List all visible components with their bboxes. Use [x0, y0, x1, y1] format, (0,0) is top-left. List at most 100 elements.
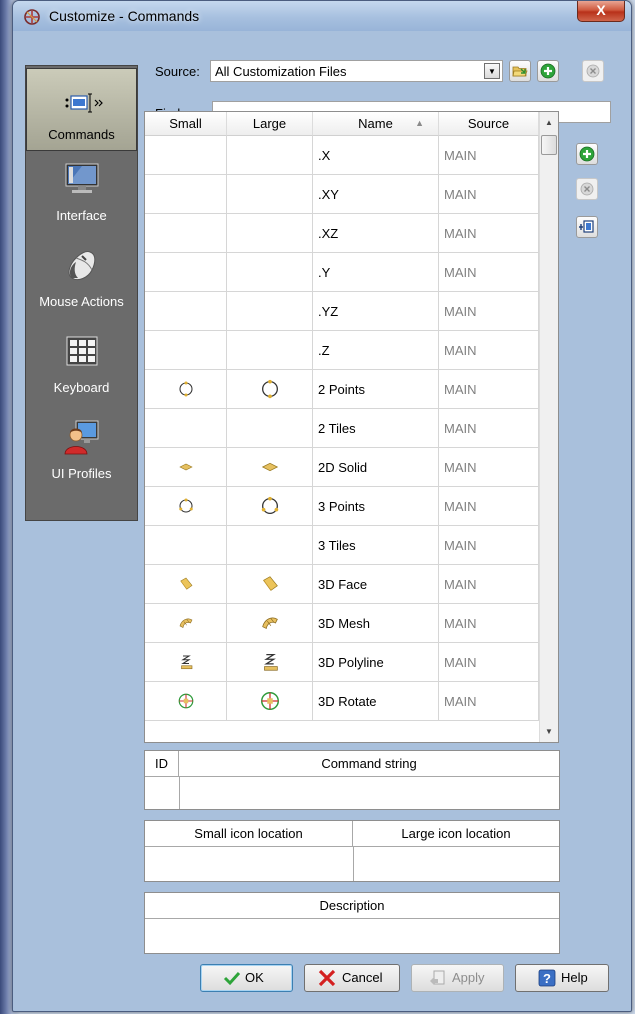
table-row[interactable]: .YZ MAIN	[145, 292, 539, 331]
polyline-3d-icon	[181, 655, 193, 670]
add-command-button[interactable]	[576, 143, 598, 165]
cell-source: MAIN	[439, 604, 539, 643]
column-header-source[interactable]: Source	[439, 112, 539, 136]
nav-item-commands[interactable]: Commands	[26, 68, 137, 151]
rotate-3d-icon	[178, 693, 194, 709]
nav-item-mouse-actions[interactable]: Mouse Actions	[26, 242, 137, 324]
remove-command-button[interactable]	[576, 178, 598, 200]
column-header-name-label: Name	[358, 116, 393, 131]
cancel-label: Cancel	[342, 970, 383, 985]
table-row[interactable]: 3 Points MAIN	[145, 487, 539, 526]
column-divider	[179, 777, 180, 809]
table-row[interactable]: .XY MAIN	[145, 175, 539, 214]
description-header: Description	[145, 893, 559, 919]
nav-item-interface[interactable]: Interface	[26, 156, 137, 238]
title-bar[interactable]: Customize - Commands X	[13, 1, 631, 31]
close-button[interactable]: X	[577, 1, 625, 22]
table-row[interactable]: 3D Face MAIN	[145, 565, 539, 604]
nav-label-ui-profiles: UI Profiles	[51, 466, 112, 481]
table-row[interactable]: 3D Polyline MAIN	[145, 643, 539, 682]
app-icon	[24, 9, 40, 25]
cell-source: MAIN	[439, 643, 539, 682]
cell-name: 2 Tiles	[313, 409, 439, 448]
cell-name: .X	[313, 136, 439, 175]
nav-label-commands: Commands	[48, 127, 115, 142]
duplicate-command-button[interactable]	[576, 216, 598, 238]
cell-source: MAIN	[439, 526, 539, 565]
scroll-down-icon[interactable]: ▼	[541, 724, 557, 740]
cell-name: 3D Rotate	[313, 682, 439, 721]
table-row[interactable]: 2 Tiles MAIN	[145, 409, 539, 448]
cell-large-icon	[227, 253, 313, 292]
cell-small-icon	[145, 565, 227, 604]
nav-label-mouse-actions: Mouse Actions	[39, 294, 124, 309]
mouse-icon	[68, 251, 95, 281]
table-row[interactable]: .Z MAIN	[145, 331, 539, 370]
plus-circle-icon	[579, 146, 595, 162]
cell-small-icon	[145, 175, 227, 214]
cell-small-icon	[145, 253, 227, 292]
ok-button[interactable]: OK	[200, 964, 293, 992]
customize-nav: Commands Interface Mouse Actions Keyboar…	[25, 65, 138, 521]
cell-source: MAIN	[439, 136, 539, 175]
table-row[interactable]: 2 Points MAIN	[145, 370, 539, 409]
circle-2-points-icon	[262, 379, 278, 399]
help-button[interactable]: ? Help	[515, 964, 609, 992]
chevron-down-icon[interactable]: ▼	[484, 63, 500, 79]
nav-item-keyboard[interactable]: Keyboard	[26, 328, 137, 410]
commands-grid: Small Large Name ▲ Source .X MAIN .XY MAIN.…	[144, 111, 559, 743]
apply-button[interactable]: Apply	[411, 964, 504, 992]
cell-source: MAIN	[439, 292, 539, 331]
cell-small-icon	[145, 136, 227, 175]
table-row[interactable]: .XZ MAIN	[145, 214, 539, 253]
column-header-command-string: Command string	[179, 751, 559, 777]
add-file-button[interactable]	[537, 60, 559, 82]
cell-source: MAIN	[439, 409, 539, 448]
cell-small-icon	[145, 682, 227, 721]
table-row[interactable]: 3D Mesh MAIN	[145, 604, 539, 643]
solid-2d-icon	[261, 462, 279, 472]
open-file-button[interactable]	[509, 60, 531, 82]
scroll-up-icon[interactable]: ▲	[541, 115, 557, 131]
remove-circle-icon	[586, 64, 600, 78]
table-row[interactable]: .Y MAIN	[145, 253, 539, 292]
grid-scrollbar[interactable]: ▲ ▼	[539, 112, 558, 742]
cell-large-icon	[227, 370, 313, 409]
column-header-small[interactable]: Small	[145, 112, 227, 136]
column-header-small-icon-location: Small icon location	[145, 821, 353, 847]
cancel-button[interactable]: Cancel	[304, 964, 400, 992]
column-header-large[interactable]: Large	[227, 112, 313, 136]
cell-name: .YZ	[313, 292, 439, 331]
cell-name: .Y	[313, 253, 439, 292]
rotate-3d-icon	[261, 692, 279, 710]
polyline-3d-icon	[264, 654, 278, 671]
cell-large-icon	[227, 331, 313, 370]
cell-large-icon	[227, 292, 313, 331]
cell-source: MAIN	[439, 682, 539, 721]
table-row[interactable]: 3D Rotate MAIN	[145, 682, 539, 721]
cell-source: MAIN	[439, 487, 539, 526]
cell-name: .Z	[313, 331, 439, 370]
cell-name: 3D Face	[313, 565, 439, 604]
command-string-panel: ID Command string	[144, 750, 560, 810]
remove-file-button[interactable]	[582, 60, 604, 82]
plus-circle-icon	[540, 63, 556, 79]
source-value: All Customization Files	[215, 64, 347, 79]
table-row[interactable]: 3 Tiles MAIN	[145, 526, 539, 565]
column-divider	[353, 847, 354, 881]
circle-3-points-icon	[261, 496, 279, 514]
face-3d-icon	[180, 577, 193, 590]
cell-small-icon	[145, 604, 227, 643]
apply-icon	[430, 970, 445, 985]
cell-large-icon	[227, 604, 313, 643]
cell-small-icon	[145, 292, 227, 331]
ok-label: OK	[245, 970, 264, 985]
scroll-thumb[interactable]	[541, 135, 557, 155]
source-dropdown[interactable]: All Customization Files ▼	[210, 60, 503, 82]
column-header-name[interactable]: Name ▲	[313, 112, 439, 136]
table-row[interactable]: .X MAIN	[145, 136, 539, 175]
user-profile-icon	[64, 420, 98, 455]
nav-item-ui-profiles[interactable]: UI Profiles	[26, 414, 137, 496]
table-row[interactable]: 2D Solid MAIN	[145, 448, 539, 487]
window-title: Customize - Commands	[49, 8, 200, 24]
